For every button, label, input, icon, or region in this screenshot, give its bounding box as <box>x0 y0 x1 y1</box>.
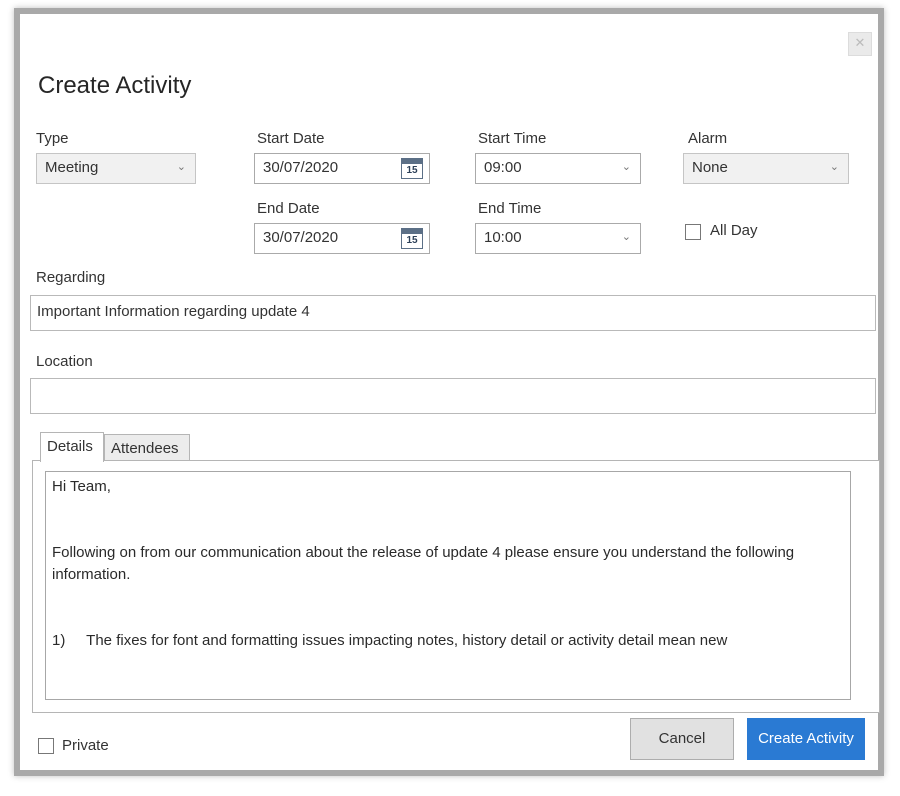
private-label: Private <box>62 737 109 754</box>
tab-attendees[interactable]: Attendees <box>104 434 190 462</box>
details-line: Following on from our communication abou… <box>52 544 795 583</box>
all-day-checkbox[interactable] <box>685 224 701 240</box>
dialog-title: Create Activity <box>38 72 192 99</box>
chevron-down-icon: ⌄ <box>621 231 631 243</box>
end-date-input[interactable]: 30/07/2020 15 <box>254 223 430 254</box>
create-activity-button[interactable]: Create Activity <box>747 718 865 760</box>
regarding-label: Regarding <box>36 269 106 286</box>
start-date-input[interactable]: 30/07/2020 15 <box>254 153 430 184</box>
details-line <box>52 520 844 542</box>
alarm-value: None <box>692 159 728 176</box>
chevron-down-icon: ⌄ <box>176 161 186 173</box>
details-panel: Hi Team, Following on from our communica… <box>32 460 880 713</box>
start-date-value: 30/07/2020 <box>263 159 339 176</box>
start-date-label: Start Date <box>257 130 325 147</box>
calendar-icon[interactable]: 15 <box>401 158 423 179</box>
calendar-icon[interactable]: 15 <box>401 228 423 249</box>
end-date-label: End Date <box>257 200 320 217</box>
type-select[interactable]: Meeting ⌄ <box>36 153 196 184</box>
chevron-down-icon: ⌄ <box>829 161 839 173</box>
all-day-label: All Day <box>710 222 758 239</box>
location-input[interactable] <box>30 378 876 414</box>
tab-details[interactable]: Details <box>40 432 104 462</box>
end-time-value: 10:00 <box>484 229 522 246</box>
cancel-button[interactable]: Cancel <box>630 718 734 760</box>
details-line <box>52 498 844 520</box>
private-checkbox[interactable] <box>38 738 54 754</box>
type-label: Type <box>36 130 69 147</box>
close-icon[interactable]: ✕ <box>848 32 872 56</box>
details-line <box>52 608 844 630</box>
alarm-label: Alarm <box>688 130 728 147</box>
location-label: Location <box>36 353 93 370</box>
details-line: Hi Team, <box>52 478 111 495</box>
alarm-select[interactable]: None ⌄ <box>683 153 849 184</box>
details-editor[interactable]: Hi Team, Following on from our communica… <box>45 471 851 700</box>
type-value: Meeting <box>45 159 99 176</box>
details-line: 1) The fixes for font and formatting iss… <box>52 632 728 649</box>
regarding-input[interactable]: Important Information regarding update 4 <box>30 295 876 331</box>
chevron-down-icon: ⌄ <box>621 161 631 173</box>
start-time-label: Start Time <box>478 130 547 147</box>
end-time-label: End Time <box>478 200 542 217</box>
start-time-value: 09:00 <box>484 159 522 176</box>
end-time-select[interactable]: 10:00 ⌄ <box>475 223 641 254</box>
start-time-select[interactable]: 09:00 ⌄ <box>475 153 641 184</box>
create-activity-dialog: ✕ Create Activity Type Meeting ⌄ Start D… <box>14 8 884 776</box>
end-date-value: 30/07/2020 <box>263 229 339 246</box>
details-line <box>52 586 844 608</box>
